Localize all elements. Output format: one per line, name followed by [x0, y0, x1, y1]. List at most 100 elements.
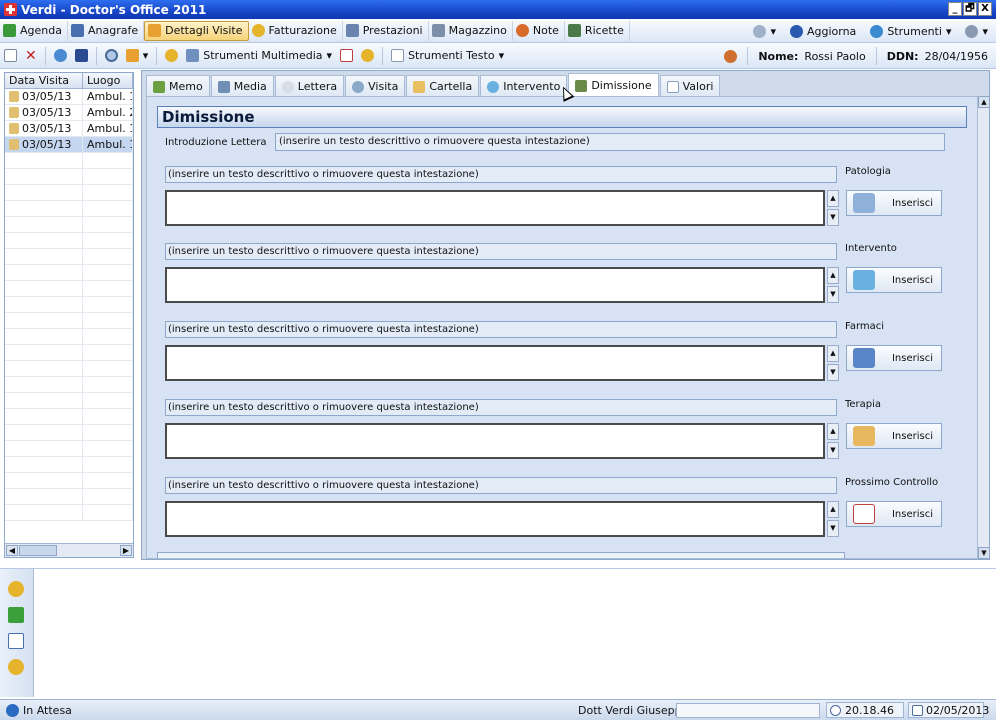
tab-cartella[interactable]: Cartella	[406, 75, 480, 97]
prossimo-controllo-heading-field[interactable]: (inserire un testo descrittivo o rimuove…	[165, 477, 837, 494]
vertical-scrollbar[interactable]: ▲ ▼	[977, 96, 990, 559]
lower-panel	[0, 568, 996, 697]
close-icon: ✕	[25, 47, 37, 64]
scroll-down-button[interactable]: ▼	[978, 547, 990, 559]
menu-note[interactable]: Note	[513, 20, 565, 41]
intro-field[interactable]: (inserire un testo descrittivo o rimuove…	[275, 133, 945, 151]
scroll-up-button[interactable]: ▲	[827, 267, 839, 284]
farmaci-insert-button[interactable]: Inserisci	[846, 345, 942, 371]
print-button[interactable]: ▾	[122, 46, 153, 66]
farmaci-scroll[interactable]: ▲ ▼	[827, 345, 839, 381]
list-item[interactable]: 03/05/13 Ambul. 2	[5, 105, 133, 121]
terapia-scroll[interactable]: ▲ ▼	[827, 423, 839, 459]
gear-icon	[965, 24, 979, 38]
menu-magazzino[interactable]: Magazzino	[429, 20, 513, 41]
tab-media[interactable]: Media	[210, 75, 274, 97]
tools-icon	[870, 24, 884, 38]
terapia-heading-field[interactable]: (inserire un testo descrittivo o rimuove…	[165, 399, 837, 416]
tab-valori[interactable]: Valori	[659, 75, 721, 97]
pen-icon	[853, 193, 875, 213]
gear-menu[interactable]: ▾	[961, 21, 992, 41]
intervento-insert-button[interactable]: Inserisci	[846, 267, 942, 293]
patologia-textarea[interactable]	[165, 190, 825, 226]
patologia-heading-field[interactable]: (inserire un testo descrittivo o rimuove…	[165, 166, 837, 183]
menu-ricette[interactable]: Ricette	[565, 20, 630, 41]
close-button[interactable]: X	[978, 2, 992, 16]
horizontal-scrollbar[interactable]: ◀ ▶	[5, 543, 133, 557]
patient-icon	[724, 49, 738, 63]
scroll-up-button[interactable]: ▲	[827, 345, 839, 362]
intervento-textarea[interactable]	[165, 267, 825, 303]
tab-lettera[interactable]: Lettera	[274, 75, 345, 97]
scroll-up-button[interactable]: ▲	[827, 501, 839, 518]
record-button[interactable]	[336, 46, 357, 66]
status-bar: In Attesa Dott Verdi Giuseppe 20.18.46 0…	[0, 699, 996, 720]
arrow-coin-icon[interactable]	[8, 659, 24, 675]
menu-fatturazione[interactable]: Fatturazione	[249, 20, 343, 41]
scroll-down-button[interactable]: ▼	[827, 209, 839, 226]
scroll-down-button[interactable]: ▼	[827, 286, 839, 303]
new-button[interactable]	[0, 46, 21, 66]
visit-icon	[9, 107, 19, 118]
minimize-button[interactable]: _	[948, 2, 962, 16]
coin-icon[interactable]	[8, 581, 24, 597]
scroll-up-button[interactable]: ▲	[978, 96, 990, 108]
list-item-selected[interactable]: 03/05/13 Ambul. 1	[5, 137, 133, 153]
multimedia-tools[interactable]: Strumenti Multimedia ▾	[182, 46, 336, 66]
new-doc-icon	[4, 49, 17, 62]
add-icon[interactable]	[8, 607, 24, 623]
refresh-button[interactable]	[50, 46, 71, 66]
dimissione-tab-content: Dimissione Introduzione Lettera (inserir…	[146, 96, 979, 559]
patologia-scroll[interactable]: ▲ ▼	[827, 190, 839, 226]
terapia-insert-button[interactable]: Inserisci	[846, 423, 942, 449]
scroll-up-button[interactable]: ▲	[827, 423, 839, 440]
coin-button[interactable]	[161, 46, 182, 66]
search-dropdown[interactable]: ▾	[749, 21, 780, 41]
farmaci-textarea[interactable]	[165, 345, 825, 381]
layout-icon[interactable]	[8, 633, 24, 649]
save-button[interactable]	[71, 46, 92, 66]
delete-button[interactable]: ✕	[21, 46, 41, 66]
strumenti-menu[interactable]: Strumenti ▾	[866, 21, 955, 41]
scroll-right-button[interactable]: ▶	[120, 545, 132, 556]
menu-dettagli-visite[interactable]: Dettagli Visite	[144, 20, 249, 41]
tab-dimissione[interactable]: Dimissione	[568, 73, 659, 97]
patologia-insert-button[interactable]: Inserisci	[846, 190, 942, 216]
intervento-heading-field[interactable]: (inserire un testo descrittivo o rimuove…	[165, 243, 837, 260]
restore-button[interactable]: 🗗	[963, 2, 977, 16]
menu-agenda[interactable]: Agenda	[0, 20, 68, 41]
scroll-left-button[interactable]: ◀	[6, 545, 18, 556]
text-tools[interactable]: Strumenti Testo ▾	[387, 46, 508, 66]
tab-intervento[interactable]: Intervento	[480, 75, 568, 97]
terapia-textarea[interactable]	[165, 423, 825, 459]
list-item[interactable]: 03/05/13 Ambul. 1	[5, 89, 133, 105]
intervento-scroll[interactable]: ▲ ▼	[827, 267, 839, 303]
speech-icon	[281, 80, 294, 93]
scroll-down-button[interactable]: ▼	[827, 520, 839, 537]
search-button[interactable]	[101, 46, 122, 66]
visit-icon	[9, 91, 19, 102]
scroll-down-button[interactable]: ▼	[827, 364, 839, 381]
scroll-thumb[interactable]	[19, 545, 57, 556]
coin-button-2[interactable]	[357, 46, 378, 66]
prossimo-controllo-textarea[interactable]	[165, 501, 825, 537]
tab-visita[interactable]: Visita	[345, 75, 406, 97]
scroll-down-button[interactable]: ▼	[827, 442, 839, 459]
list-item[interactable]: 03/05/13 Ambul. 1	[5, 121, 133, 137]
column-header-place[interactable]: Luogo	[83, 73, 133, 88]
patient-name-label: Nome:	[758, 49, 799, 63]
details-icon	[148, 24, 162, 37]
farmaci-heading-field[interactable]: (inserire un testo descrittivo o rimuove…	[165, 321, 837, 338]
coin-icon	[251, 24, 265, 37]
menu-prestazioni[interactable]: Prestazioni	[343, 20, 429, 41]
scroll-up-button[interactable]: ▲	[827, 190, 839, 207]
column-header-date[interactable]: Data Visita	[5, 73, 83, 88]
prossimo-controllo-scroll[interactable]: ▲ ▼	[827, 501, 839, 537]
aggiorna-button[interactable]: Aggiorna	[786, 21, 860, 41]
visit-icon	[9, 139, 19, 150]
tab-memo[interactable]: Memo	[146, 75, 210, 97]
clock: 20.18.46	[826, 702, 904, 718]
section-title: Dimissione	[157, 106, 967, 128]
menu-anagrafe[interactable]: Anagrafe	[68, 20, 145, 41]
prossimo-controllo-insert-button[interactable]: Inserisci	[846, 501, 942, 527]
